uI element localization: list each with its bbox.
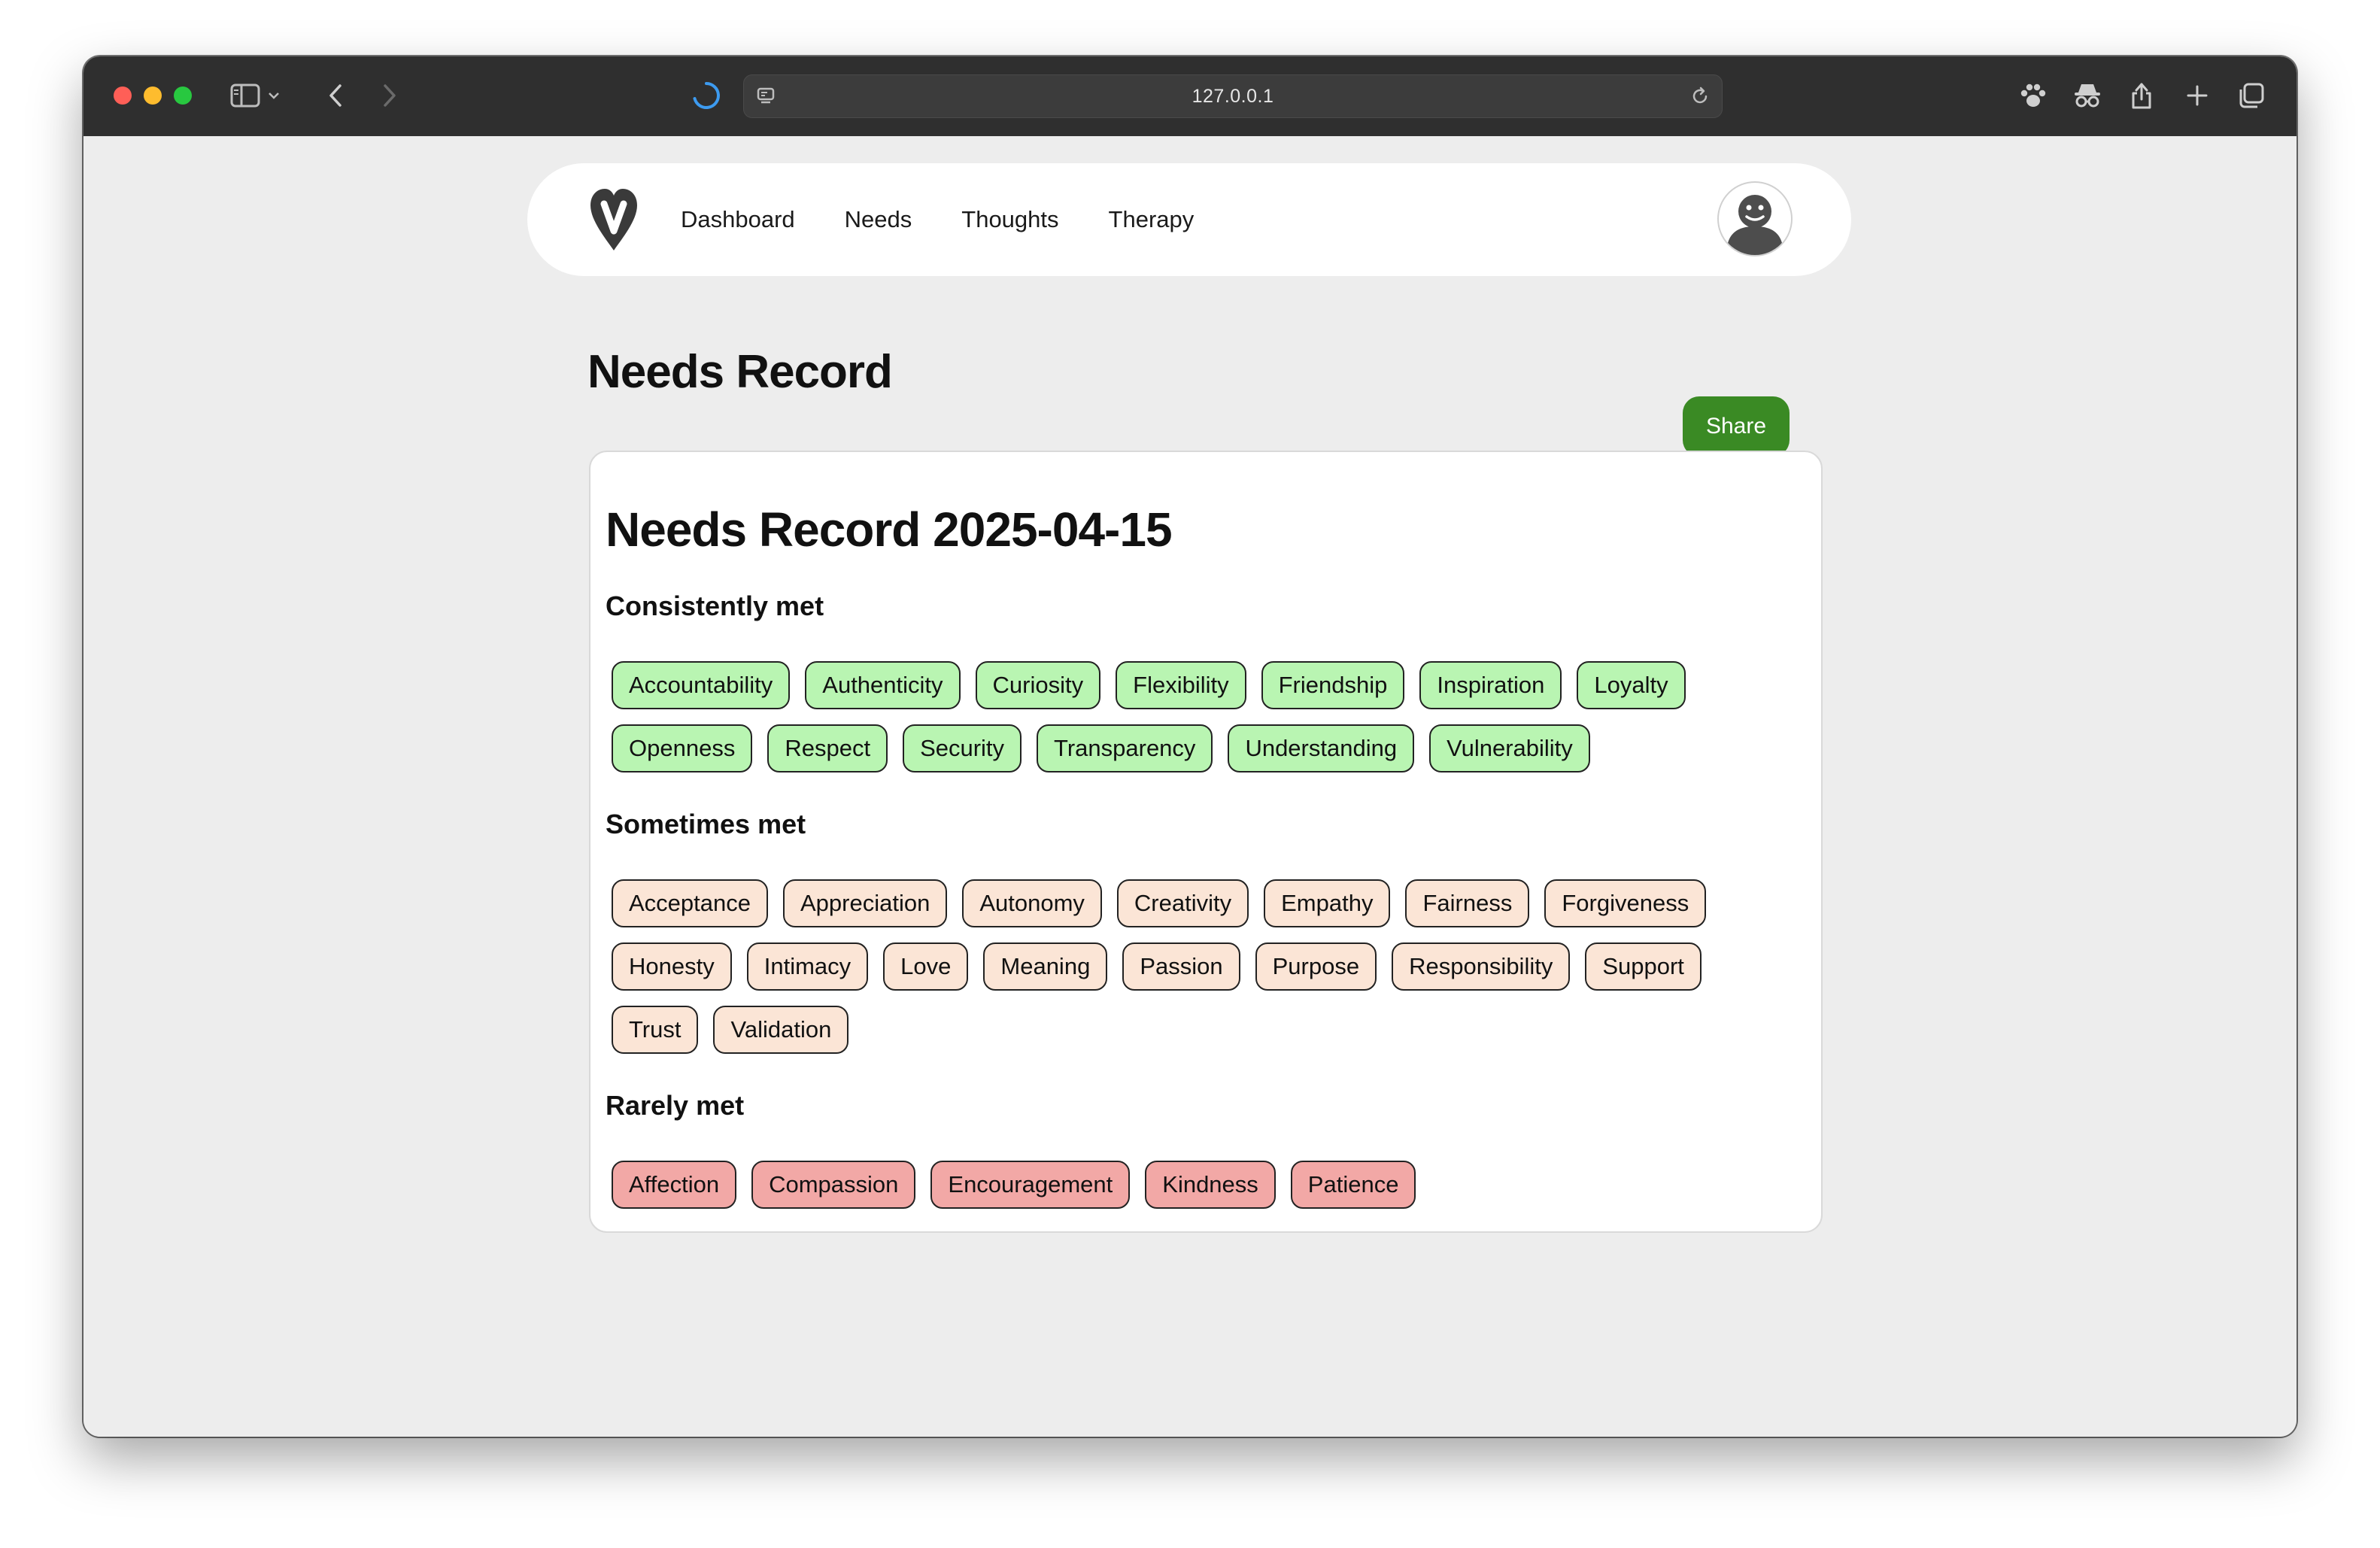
need-chip: Loyalty xyxy=(1577,661,1686,709)
need-chip: Passion xyxy=(1122,942,1240,991)
chip-group-sometimes-met: Acceptance Appreciation Autonomy Creativity… xyxy=(612,879,1755,1054)
nav-link-needs[interactable]: Needs xyxy=(845,206,912,233)
need-chip: Patience xyxy=(1290,1161,1416,1209)
loading-spinner-icon xyxy=(690,76,723,115)
need-chip: Autonomy xyxy=(962,879,1102,927)
need-chip: Creativity xyxy=(1116,879,1249,927)
need-chip: Validation xyxy=(713,1006,849,1054)
record-title: Needs Record 2025-04-15 xyxy=(606,502,1173,557)
nav-links: Dashboard Needs Thoughts Therapy xyxy=(681,163,1194,276)
need-chip: Compassion xyxy=(751,1161,916,1209)
need-chip: Meaning xyxy=(983,942,1108,991)
nav-link-dashboard[interactable]: Dashboard xyxy=(681,206,795,233)
new-tab-icon[interactable] xyxy=(2182,76,2212,115)
top-navbar: Dashboard Needs Thoughts Therapy xyxy=(527,163,1851,276)
incognito-icon[interactable] xyxy=(2071,76,2104,115)
need-chip: Openness xyxy=(612,724,753,772)
need-chip: Authenticity xyxy=(805,661,961,709)
need-chip: Empathy xyxy=(1264,879,1391,927)
need-chip: Responsibility xyxy=(1392,942,1571,991)
close-window-button[interactable] xyxy=(114,87,132,105)
tabs-overview-icon[interactable] xyxy=(2236,76,2266,115)
need-chip: Security xyxy=(903,724,1022,772)
need-chip: Kindness xyxy=(1145,1161,1276,1209)
section-heading-rarely-met: Rarely met xyxy=(606,1090,745,1121)
need-chip: Inspiration xyxy=(1419,661,1562,709)
page-title: Needs Record xyxy=(587,346,893,398)
need-chip: Affection xyxy=(612,1161,737,1209)
need-chip: Purpose xyxy=(1255,942,1377,991)
need-chip: Support xyxy=(1585,942,1702,991)
back-icon[interactable] xyxy=(324,76,347,115)
need-chip: Curiosity xyxy=(975,661,1101,709)
browser-window: 127.0.0.1 Dashboard Needs Thoughts Thera… xyxy=(83,56,2297,1437)
minimize-window-button[interactable] xyxy=(144,87,162,105)
user-silhouette-icon xyxy=(1726,195,1783,255)
need-chip: Respect xyxy=(767,724,888,772)
need-chip: Transparency xyxy=(1037,724,1213,772)
browser-toolbar: 127.0.0.1 xyxy=(83,56,2297,138)
need-chip: Honesty xyxy=(612,942,732,991)
needs-record-card: Needs Record 2025-04-15 Consistently met… xyxy=(589,451,1823,1233)
forward-icon[interactable] xyxy=(378,76,401,115)
chip-group-rarely-met: Affection Compassion Encouragement Kindness… xyxy=(612,1161,1755,1209)
reload-icon[interactable] xyxy=(1689,77,1711,116)
need-chip: Trust xyxy=(612,1006,699,1054)
need-chip: Accountability xyxy=(612,661,791,709)
page-viewport: Dashboard Needs Thoughts Therapy Needs R… xyxy=(83,136,2297,1437)
address-url[interactable]: 127.0.0.1 xyxy=(744,75,1722,117)
chip-group-consistently-met: Accountability Authenticity Curiosity Flexi… xyxy=(612,661,1755,772)
user-avatar[interactable] xyxy=(1717,181,1793,256)
section-heading-consistently-met: Consistently met xyxy=(606,590,824,621)
share-icon[interactable] xyxy=(2127,76,2157,115)
need-chip: Friendship xyxy=(1261,661,1405,709)
need-chip: Appreciation xyxy=(783,879,948,927)
paw-icon[interactable] xyxy=(2017,76,2050,115)
need-chip: Encouragement xyxy=(930,1161,1131,1209)
sidebar-icon[interactable] xyxy=(228,76,263,115)
need-chip: Vulnerability xyxy=(1429,724,1590,772)
nav-link-thoughts[interactable]: Thoughts xyxy=(961,206,1058,233)
need-chip: Acceptance xyxy=(612,879,768,927)
zoom-window-button[interactable] xyxy=(174,87,192,105)
share-button[interactable]: Share xyxy=(1683,396,1790,457)
need-chip: Flexibility xyxy=(1116,661,1246,709)
chevron-down-icon[interactable] xyxy=(266,76,282,115)
address-bar[interactable]: 127.0.0.1 xyxy=(743,74,1723,118)
need-chip: Fairness xyxy=(1405,879,1530,927)
nav-link-therapy[interactable]: Therapy xyxy=(1109,206,1195,233)
need-chip: Intimacy xyxy=(746,942,869,991)
need-chip: Understanding xyxy=(1228,724,1415,772)
need-chip: Forgiveness xyxy=(1544,879,1707,927)
section-heading-sometimes-met: Sometimes met xyxy=(606,809,806,839)
need-chip: Love xyxy=(883,942,969,991)
app-logo-heart-icon[interactable] xyxy=(587,187,640,252)
